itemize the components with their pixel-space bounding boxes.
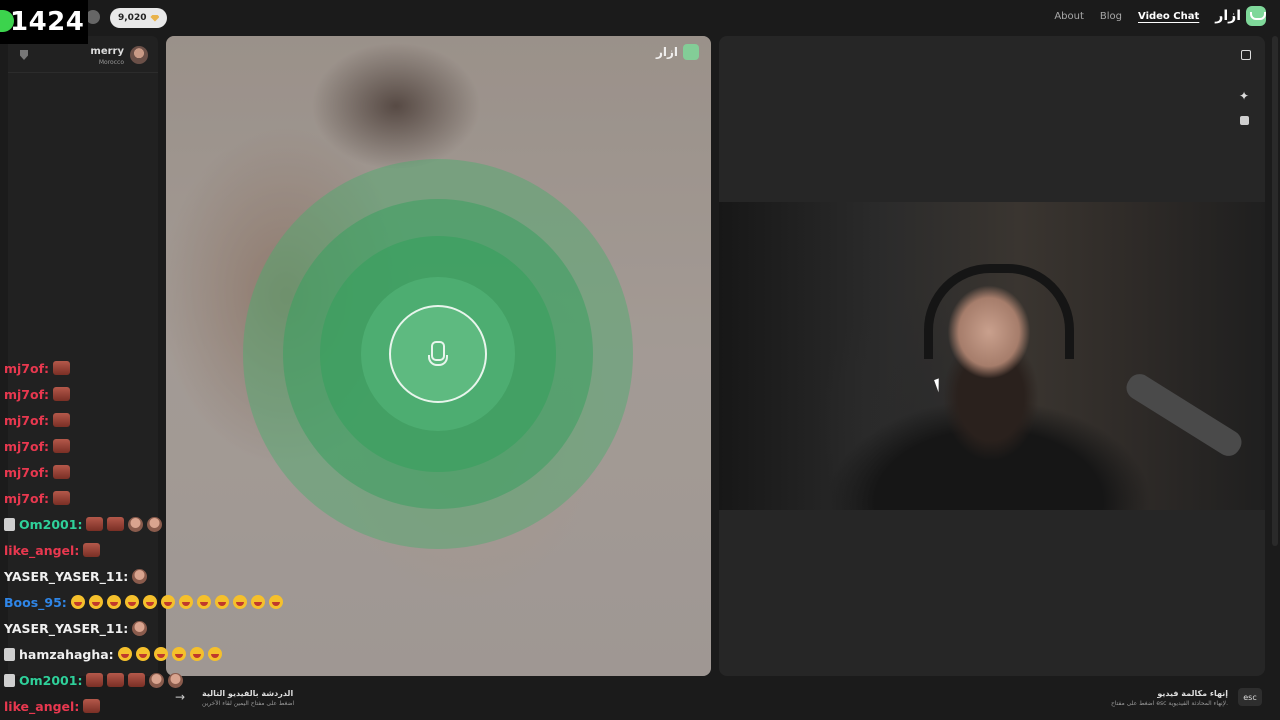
- face-filter-icon[interactable]: [1240, 116, 1249, 125]
- laughing-emoji-icon: [196, 595, 211, 609]
- main-nav: About Blog Video Chat ازار: [1054, 6, 1266, 26]
- mic-arm-shape: [1121, 369, 1247, 461]
- laughing-emoji-icon: [268, 595, 283, 609]
- chat-username[interactable]: mj7of:: [4, 491, 49, 506]
- expand-icon[interactable]: [1241, 50, 1251, 60]
- logo-text: ازار: [1215, 8, 1241, 24]
- chat-message: mj7of:: [4, 382, 71, 406]
- coin-balance[interactable]: 9,020: [110, 8, 168, 28]
- peer-name: merry: [90, 46, 124, 57]
- laughing-emoji-icon: [142, 595, 157, 609]
- scrollbar[interactable]: [1272, 36, 1278, 546]
- chat-message: hamzahagha:: [4, 642, 222, 666]
- chat-message: mj7of:: [4, 460, 71, 484]
- laughing-emoji-icon: [171, 647, 186, 661]
- laughing-emoji-icon: [70, 595, 85, 609]
- nav-blog[interactable]: Blog: [1100, 11, 1122, 22]
- chat-username[interactable]: mj7of:: [4, 413, 49, 428]
- top-bar: 9,020 About Blog Video Chat ازار: [0, 0, 1280, 36]
- video-watermark: ازار: [656, 44, 699, 60]
- gem-icon: [150, 14, 160, 22]
- laughing-emoji-icon: [207, 647, 222, 661]
- logo-icon: [1246, 6, 1266, 26]
- end-call-title[interactable]: إنهاء مكالمة فيديو: [1157, 689, 1228, 698]
- chat-message: mj7of:: [4, 486, 71, 510]
- laughing-emoji-icon: [189, 647, 204, 661]
- laughing-emoji-icon: [117, 647, 132, 661]
- chat-emote-icon: [53, 361, 71, 375]
- site-logo[interactable]: ازار: [1215, 6, 1266, 26]
- chat-username[interactable]: hamzahagha:: [19, 647, 114, 662]
- chat-emote-icon: [128, 516, 144, 532]
- bottom-bar: [0, 680, 1280, 720]
- microphone-stand-icon: [428, 355, 448, 366]
- chat-emote-icon: [53, 387, 71, 401]
- self-video-panel: ✦: [719, 36, 1265, 676]
- chat-emote-icon: [53, 413, 71, 427]
- peer-avatar[interactable]: [130, 46, 148, 64]
- viewer-count-overlay: 1424: [0, 0, 88, 44]
- chat-badge-icon: [4, 517, 15, 531]
- camera-icon: [86, 10, 100, 24]
- divider: [8, 72, 158, 73]
- chat-emote-icon: [132, 620, 148, 636]
- sparkle-icon[interactable]: ✦: [1239, 90, 1249, 102]
- chat-username[interactable]: mj7of:: [4, 387, 49, 402]
- chat-username[interactable]: Boos_95:: [4, 595, 67, 610]
- next-arrow-icon[interactable]: →: [170, 690, 190, 706]
- chat-emote-icon: [147, 516, 163, 532]
- laughing-emoji-icon: [124, 595, 139, 609]
- chat-badge-icon: [4, 647, 15, 661]
- logo-icon: [683, 44, 699, 60]
- end-call-hint: اضغط على مفتاح esc لإنهاء المحادثة الفيد…: [1110, 700, 1228, 707]
- laughing-emoji-icon: [232, 595, 247, 609]
- peer-country: Morocco: [98, 59, 124, 66]
- shield-icon[interactable]: [20, 50, 28, 60]
- chat-username[interactable]: mj7of:: [4, 361, 49, 376]
- nav-video-chat[interactable]: Video Chat: [1138, 11, 1199, 22]
- chat-username[interactable]: Om2001:: [19, 517, 82, 532]
- laughing-emoji-icon: [250, 595, 265, 609]
- chat-username[interactable]: YASER_YASER_11:: [4, 569, 128, 584]
- webcam-feed: [719, 202, 1265, 510]
- coin-count: 9,020: [118, 13, 147, 23]
- chat-username[interactable]: mj7of:: [4, 439, 49, 454]
- chat-emote-icon: [86, 517, 104, 531]
- chat-emote-icon: [83, 543, 101, 557]
- chat-username[interactable]: YASER_YASER_11:: [4, 621, 128, 636]
- chat-message: YASER_YASER_11:: [4, 616, 148, 640]
- chat-emote-icon: [53, 465, 71, 479]
- chat-message: Boos_95:: [4, 590, 283, 614]
- nav-about[interactable]: About: [1054, 11, 1084, 22]
- esc-key-button[interactable]: esc: [1238, 688, 1262, 706]
- laughing-emoji-icon: [106, 595, 121, 609]
- next-chat-hint: اضغط على مفتاح اليمين لقاء الآخرين: [202, 700, 295, 707]
- laughing-emoji-icon: [88, 595, 103, 609]
- chat-emote-icon: [53, 439, 71, 453]
- chat-message: YASER_YASER_11:: [4, 564, 148, 588]
- headset-shape: [924, 264, 1074, 359]
- next-chat-title[interactable]: الدردشة بالفيديو التالية: [202, 689, 293, 698]
- laughing-emoji-icon: [160, 595, 175, 609]
- microphone-button[interactable]: [389, 305, 487, 403]
- chat-username[interactable]: like_angel:: [4, 543, 79, 558]
- laughing-emoji-icon: [135, 647, 150, 661]
- chat-message: mj7of:: [4, 356, 71, 380]
- chat-emote-icon: [107, 517, 125, 531]
- chat-message: Om2001:: [4, 512, 163, 536]
- chat-message: mj7of:: [4, 434, 71, 458]
- laughing-emoji-icon: [153, 647, 168, 661]
- laughing-emoji-icon: [214, 595, 229, 609]
- chat-message: like_angel:: [4, 538, 101, 562]
- viewer-count: 1424: [10, 7, 85, 37]
- chat-username[interactable]: mj7of:: [4, 465, 49, 480]
- chat-emote-icon: [53, 491, 71, 505]
- chat-message: mj7of:: [4, 408, 71, 432]
- stranger-video: ازار: [166, 36, 711, 676]
- watermark-text: ازار: [655, 45, 678, 59]
- chat-emote-icon: [132, 568, 148, 584]
- laughing-emoji-icon: [178, 595, 193, 609]
